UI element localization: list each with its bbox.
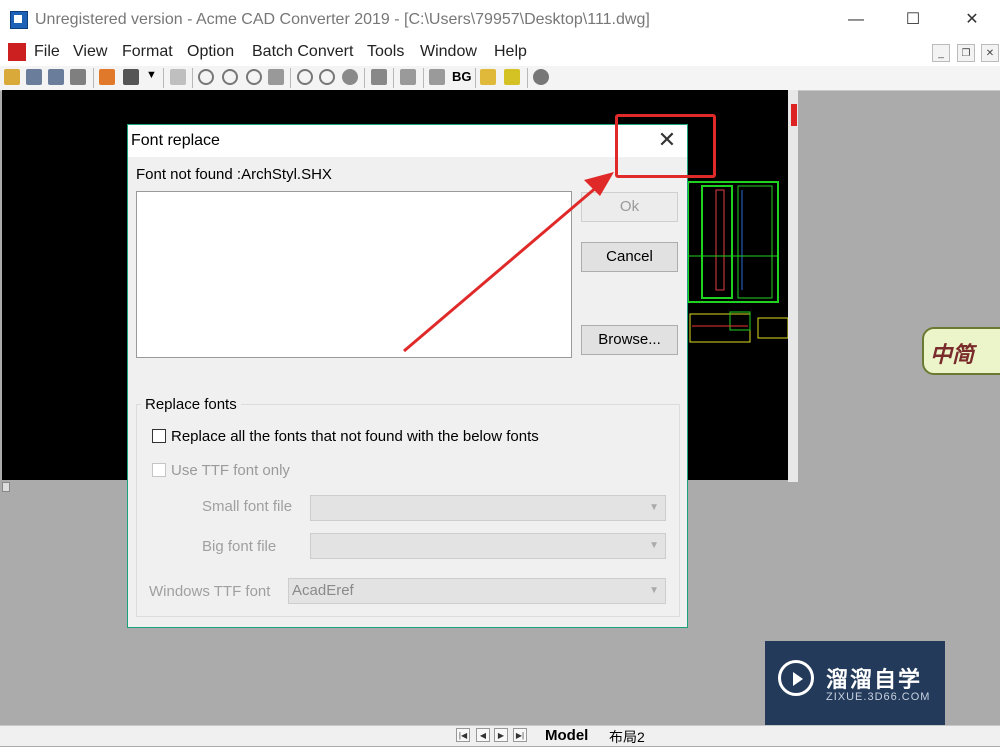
zoom-previous-icon[interactable] [319,69,335,85]
layout-icon[interactable] [400,69,416,85]
toolbar-separator [475,68,476,88]
menu-help[interactable]: Help [494,43,527,61]
maximize-button[interactable]: ☐ [890,6,936,34]
mdi-close-button[interactable]: ✕ [981,44,999,62]
toolbar-separator [423,68,424,88]
print-icon[interactable] [170,69,186,85]
canvas-resize-handle[interactable] [2,482,10,492]
scrollbar-thumb[interactable] [791,104,797,126]
windows-ttf-label: Windows TTF font [149,583,271,600]
info-icon[interactable] [533,69,549,85]
dialog-title: Font replace [131,132,220,149]
minimize-button[interactable]: — [833,6,879,34]
small-font-select[interactable]: ▼ [310,495,666,521]
background-color-button[interactable]: BG [452,69,472,84]
first-tab-icon[interactable]: |◀ [456,728,470,742]
windows-ttf-select[interactable]: AcadEref ▼ [288,578,666,604]
highlight-box [615,114,716,178]
menu-tools[interactable]: Tools [367,43,404,61]
window-title: Unregistered version - Acme CAD Converte… [35,11,650,28]
ttf-only-checkbox[interactable] [152,463,166,477]
group-label: Replace fonts [141,396,241,413]
watermark-subtitle: ZIXUE.3D66.COM [826,691,931,703]
replace-all-checkbox[interactable] [152,429,166,443]
mdi-restore-button[interactable]: ❐ [957,44,975,62]
next-tab-icon[interactable]: ▶ [494,728,508,742]
side-badge-text: 中简 [930,342,975,367]
export-icon[interactable] [70,69,86,85]
save-all-icon[interactable] [48,69,64,85]
windows-ttf-value: AcadEref [292,582,354,599]
save-icon[interactable] [26,69,42,85]
font-list-box[interactable] [136,191,572,358]
toolbar-separator [192,68,193,88]
app-icon [10,11,28,29]
toolbar-separator [364,68,365,88]
big-font-select[interactable]: ▼ [310,533,666,559]
close-window-button[interactable]: ✕ [949,6,995,34]
ttf-only-label[interactable]: Use TTF font only [171,462,290,479]
big-font-label: Big font file [202,538,277,555]
small-font-label: Small font file [202,498,293,515]
zoom-window-icon[interactable] [246,69,262,85]
prev-tab-icon[interactable]: ◀ [476,728,490,742]
tab-model[interactable]: Model [545,727,588,744]
document-icon[interactable] [8,43,26,61]
watermark-title: 溜溜自学 [826,667,923,692]
menu-view[interactable]: View [73,43,107,61]
mdi-minimize-button[interactable]: _ [932,44,950,62]
vertical-scrollbar[interactable] [788,90,798,482]
zoom-out-icon[interactable] [198,69,214,85]
zoom-extents-icon[interactable] [297,69,313,85]
chevron-down-icon: ▼ [649,585,659,596]
convert-icon[interactable] [99,69,115,85]
chevron-down-icon: ▼ [649,502,659,513]
menu-batch-convert[interactable]: Batch Convert [252,43,353,61]
menu-file[interactable]: File [34,43,60,61]
home-icon[interactable] [504,69,520,85]
toolbar-separator [393,68,394,88]
batch-icon[interactable] [123,69,139,85]
pan-icon[interactable] [342,69,358,85]
zoom-realtime-icon[interactable] [268,69,284,85]
ok-button[interactable]: Ok [581,192,678,222]
tab-layout2[interactable]: 布局2 [609,727,645,747]
cancel-button[interactable]: Cancel [581,242,678,272]
replace-all-label[interactable]: Replace all the fonts that not found wit… [171,428,539,445]
font-not-found-message: Font not found :ArchStyl.SHX [136,166,332,183]
toolbar-separator [93,68,94,88]
warning-icon[interactable] [480,69,496,85]
toolbar-separator [163,68,164,88]
toolbar-separator [290,68,291,88]
layers-icon[interactable] [371,69,387,85]
chevron-down-icon[interactable]: ▼ [146,69,157,81]
open-icon[interactable] [4,69,20,85]
browse-button[interactable]: Browse... [581,325,678,355]
menu-window[interactable]: Window [420,43,477,61]
properties-icon[interactable] [429,69,445,85]
menu-option[interactable]: Option [187,43,234,61]
last-tab-icon[interactable]: ▶| [513,728,527,742]
chevron-down-icon: ▼ [649,540,659,551]
play-triangle-icon [793,672,803,686]
toolbar-separator [527,68,528,88]
zoom-in-icon[interactable] [222,69,238,85]
menu-format[interactable]: Format [122,43,173,61]
